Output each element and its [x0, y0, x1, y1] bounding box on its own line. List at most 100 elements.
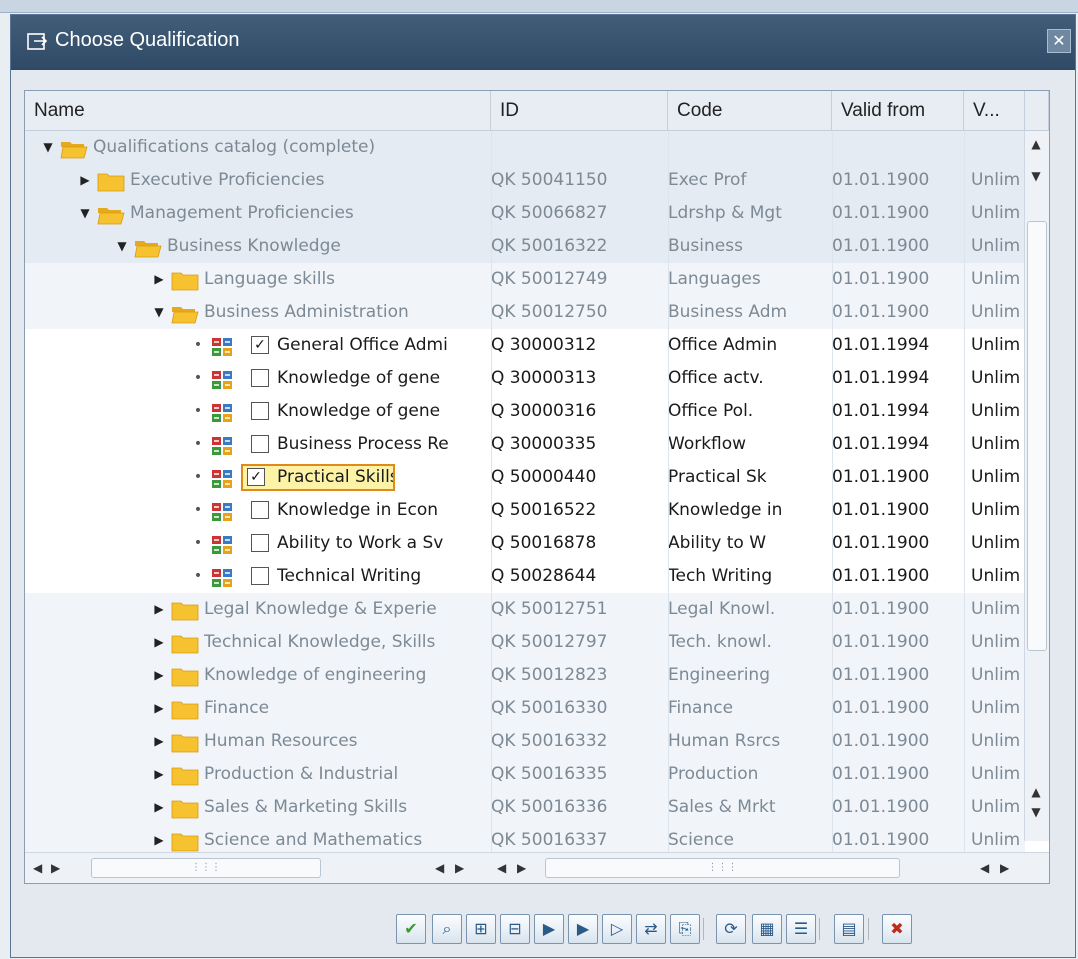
- column-header-id[interactable]: ID: [491, 91, 668, 131]
- qualification-name[interactable]: Practical Skills: [277, 461, 393, 494]
- expand-arrow-icon[interactable]: ▶: [152, 791, 166, 824]
- close-window-button[interactable]: ✕: [1047, 29, 1071, 53]
- find-button[interactable]: ⌕: [432, 914, 462, 944]
- catalog-node-name[interactable]: Human Resources: [204, 725, 489, 758]
- expand-arrow-icon[interactable]: ▶: [78, 164, 92, 197]
- collapse-all-button[interactable]: ⊟: [500, 914, 530, 944]
- column-header-code[interactable]: Code: [668, 91, 832, 131]
- scroll-left-icon[interactable]: ◀: [33, 853, 42, 883]
- catalog-node-name[interactable]: Knowledge of engineering: [204, 659, 489, 692]
- qualification-name[interactable]: Knowledge of gene: [277, 362, 488, 395]
- qualification-row[interactable]: • Technical Writing Q 50028644 Tech Writing…: [25, 560, 1025, 593]
- expand-arrow-icon[interactable]: ▶: [152, 758, 166, 791]
- qualification-row[interactable]: • Knowledge of gene Q 30000316 Office Pol. 0…: [25, 395, 1025, 428]
- catalog-node-row[interactable]: ▶ Technical Knowledge, Skills QK 50012797 T…: [25, 626, 1025, 659]
- qualification-name[interactable]: Knowledge in Econ: [277, 494, 488, 527]
- scroll-down-icon[interactable]: ▼: [1025, 167, 1047, 185]
- collapse-arrow-icon[interactable]: ▼: [115, 230, 129, 263]
- select-checkbox[interactable]: ✓: [251, 336, 269, 354]
- qualification-row[interactable]: • Knowledge of gene Q 30000313 Office actv.…: [25, 362, 1025, 395]
- qualification-row[interactable]: • Business Process Re Q 30000335 Workflow 01…: [25, 428, 1025, 461]
- qualification-name[interactable]: Business Process Re: [277, 428, 488, 461]
- column-header-valid-to[interactable]: V...: [964, 91, 1025, 131]
- expand-arrow-icon[interactable]: ▶: [152, 263, 166, 296]
- catalog-node-name[interactable]: Finance: [204, 692, 489, 725]
- qualification-row[interactable]: • ✓ Practical Skills Q 50000440 Practical Sk…: [25, 461, 1025, 494]
- catalog-node-row[interactable]: ▶ Knowledge of engineering QK 50012823 Engi…: [25, 659, 1025, 692]
- qualification-name[interactable]: General Office Admi: [277, 329, 488, 362]
- select-all-button[interactable]: ▶: [568, 914, 598, 944]
- catalog-node-row[interactable]: ▶ Sales & Marketing Skills QK 50016336 Sale…: [25, 791, 1025, 824]
- catalog-node-row[interactable]: ▼ Business Knowledge QK 50016322 Business 01…: [25, 230, 1025, 263]
- catalog-node-row[interactable]: ▶ Executive Proficiencies QK 50041150 Exec …: [25, 164, 1025, 197]
- window-menu-icon[interactable]: [26, 31, 48, 53]
- catalog-node-row[interactable]: ▶ Human Resources QK 50016332 Human Rsrcs 01…: [25, 725, 1025, 758]
- catalog-node-row[interactable]: ▶ Finance QK 50016330 Finance 01.01.1900 Unli…: [25, 692, 1025, 725]
- catalog-node-row[interactable]: ▼ Qualifications catalog (complete): [25, 131, 1025, 164]
- copy-button[interactable]: ⎘: [670, 914, 700, 944]
- name-scroll-left-icon[interactable]: ◀: [435, 853, 444, 883]
- qualification-name[interactable]: Technical Writing: [277, 560, 488, 593]
- catalog-node-name[interactable]: Executive Proficiencies: [130, 164, 489, 197]
- catalog-node-name[interactable]: Management Proficiencies: [130, 197, 489, 230]
- name-column-scroll-thumb[interactable]: ⋮⋮⋮: [91, 858, 321, 878]
- select-checkbox[interactable]: [251, 369, 269, 387]
- qualification-name[interactable]: Knowledge of gene: [277, 395, 488, 428]
- vertical-scroll-thumb[interactable]: [1027, 221, 1047, 651]
- catalog-node-name[interactable]: Production & Industrial: [204, 758, 489, 791]
- select-checkbox[interactable]: [251, 534, 269, 552]
- expand-all-button[interactable]: ⊞: [466, 914, 496, 944]
- catalog-node-name[interactable]: Business Administration: [204, 296, 489, 329]
- expand-arrow-icon[interactable]: ▶: [152, 692, 166, 725]
- page-up-icon[interactable]: ▲: [1025, 783, 1047, 801]
- data-scroll-left-icon[interactable]: ◀: [497, 853, 506, 883]
- catalog-node-row[interactable]: ▼ Management Proficiencies QK 50066827 Ldrs…: [25, 197, 1025, 230]
- refresh-button[interactable]: ⟳: [716, 914, 746, 944]
- vertical-scrollbar[interactable]: ▲ ▼ ▲ ▼: [1024, 131, 1049, 841]
- catalog-node-name[interactable]: Business Knowledge: [167, 230, 489, 263]
- select-checkbox[interactable]: ✓: [247, 468, 265, 486]
- column-header-valid-from[interactable]: Valid from: [832, 91, 964, 131]
- collapse-arrow-icon[interactable]: ▼: [152, 296, 166, 329]
- qualification-name[interactable]: Ability to Work a Sv: [277, 527, 488, 560]
- catalog-node-name[interactable]: Sales & Marketing Skills: [204, 791, 489, 824]
- deselect-all-button[interactable]: ▷: [602, 914, 632, 944]
- structure-button[interactable]: ▤: [834, 914, 864, 944]
- catalog-node-name[interactable]: Legal Knowledge & Experie: [204, 593, 489, 626]
- catalog-node-name[interactable]: Technical Knowledge, Skills: [204, 626, 489, 659]
- qualification-row[interactable]: • Knowledge in Econ Q 50016522 Knowledge in…: [25, 494, 1025, 527]
- select-block-button[interactable]: ▶: [534, 914, 564, 944]
- catalog-node-row[interactable]: ▶ Legal Knowledge & Experie QK 50012751 Leg…: [25, 593, 1025, 626]
- collapse-arrow-icon[interactable]: ▼: [78, 197, 92, 230]
- catalog-node-name[interactable]: Qualifications catalog (complete): [93, 131, 489, 164]
- qualification-row[interactable]: • Ability to Work a Sv Q 50016878 Ability t…: [25, 527, 1025, 560]
- catalog-node-row[interactable]: ▶ Production & Industrial QK 50016335 Produ…: [25, 758, 1025, 791]
- swap-button[interactable]: ⇄: [636, 914, 666, 944]
- expand-arrow-icon[interactable]: ▶: [152, 593, 166, 626]
- catalog-node-row[interactable]: ▼ Business Administration QK 50012750 Busin…: [25, 296, 1025, 329]
- cancel-button[interactable]: ✖: [882, 914, 912, 944]
- data-scroll-end-left-icon[interactable]: ◀: [980, 853, 989, 883]
- catalog-node-row[interactable]: ▶ Language skills QK 50012749 Languages 01.0…: [25, 263, 1025, 296]
- scroll-right-icon[interactable]: ▶: [51, 853, 60, 883]
- catalog-node-name[interactable]: Language skills: [204, 263, 489, 296]
- confirm-button[interactable]: ✔: [396, 914, 426, 944]
- scroll-up-icon[interactable]: ▲: [1025, 135, 1047, 153]
- name-scroll-right-icon[interactable]: ▶: [455, 853, 464, 883]
- data-scroll-end-right-icon[interactable]: ▶: [1000, 853, 1009, 883]
- details-button[interactable]: ☰: [786, 914, 816, 944]
- select-checkbox[interactable]: [251, 435, 269, 453]
- horizontal-scrollbar[interactable]: ◀ ▶ ⋮⋮⋮ ◀ ▶ ◀ ▶ ⋮⋮⋮ ◀ ▶: [25, 852, 1049, 883]
- expand-arrow-icon[interactable]: ▶: [152, 626, 166, 659]
- page-down-icon[interactable]: ▼: [1025, 803, 1047, 821]
- select-checkbox[interactable]: [251, 402, 269, 420]
- data-column-scroll-thumb[interactable]: ⋮⋮⋮: [545, 858, 900, 878]
- data-scroll-right-icon[interactable]: ▶: [517, 853, 526, 883]
- collapse-arrow-icon[interactable]: ▼: [41, 131, 55, 164]
- qualification-row[interactable]: • ✓ General Office Admi Q 30000312 Office Ad…: [25, 329, 1025, 362]
- select-checkbox[interactable]: [251, 501, 269, 519]
- calendar-button[interactable]: ▦: [752, 914, 782, 944]
- expand-arrow-icon[interactable]: ▶: [152, 725, 166, 758]
- expand-arrow-icon[interactable]: ▶: [152, 659, 166, 692]
- select-checkbox[interactable]: [251, 567, 269, 585]
